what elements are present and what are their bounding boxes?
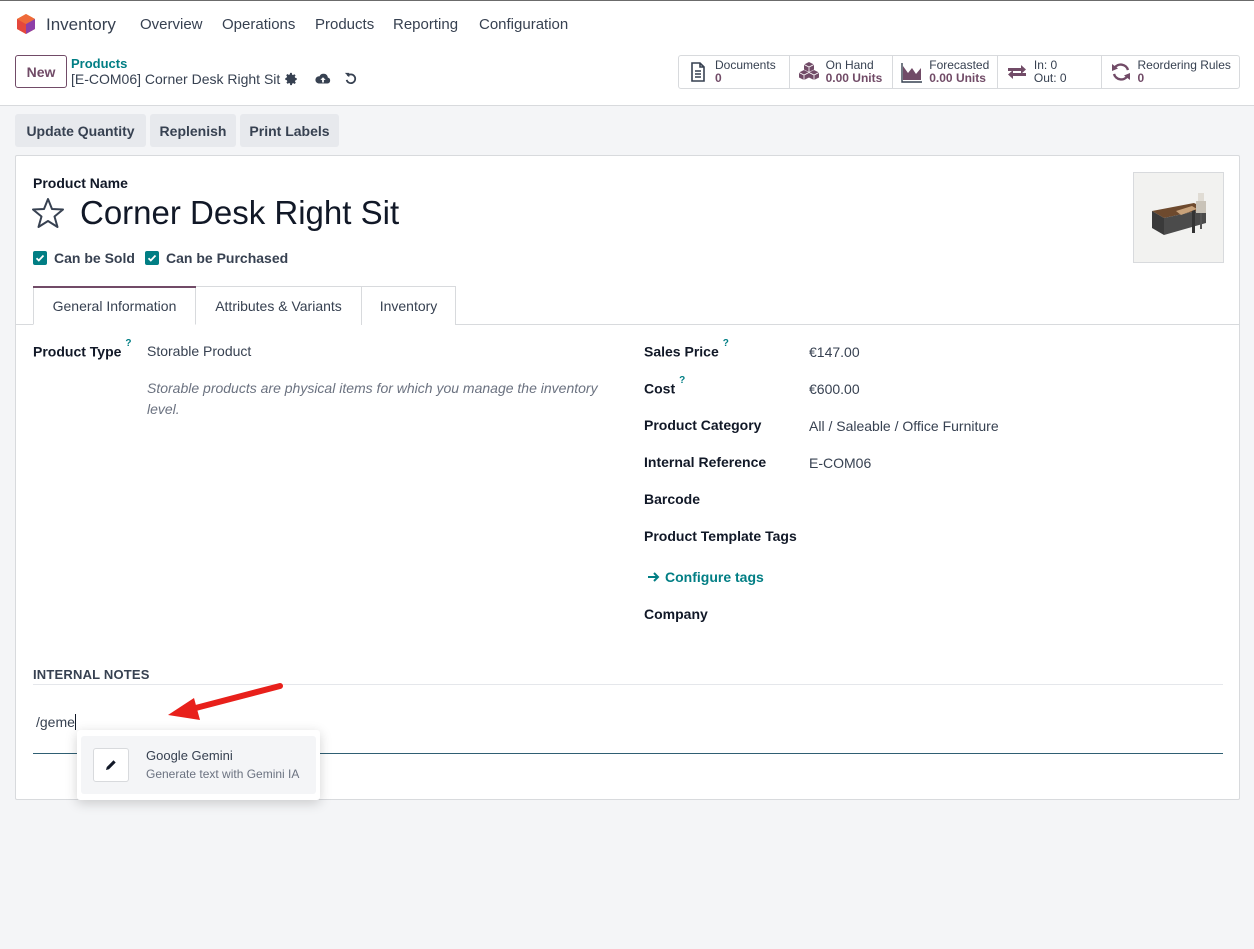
reordering-rules-smart-button[interactable]: Reordering Rules 0 — [1102, 56, 1240, 88]
internal-reference-field[interactable]: E-COM06 — [809, 455, 871, 471]
pencil-icon — [93, 748, 129, 782]
barcode-label: Barcode — [644, 491, 701, 507]
annotation-arrow-icon — [168, 683, 283, 720]
internal-notes-editor[interactable]: /geme — [36, 714, 76, 730]
product-image[interactable] — [1133, 172, 1224, 263]
in-out-smart-button[interactable]: In: 0 Out: 0 — [998, 56, 1102, 88]
product-type-hint: Storable products are physical items for… — [147, 380, 598, 417]
product-type-label: Product Type? — [33, 338, 132, 360]
inventory-app-icon[interactable] — [15, 13, 37, 35]
documents-label: Documents — [715, 58, 776, 72]
breadcrumb-products[interactable]: Products — [71, 56, 127, 71]
menu-products[interactable]: Products — [315, 16, 374, 33]
cloud-upload-icon[interactable] — [315, 72, 331, 86]
sales-price-label: Sales Price? — [644, 338, 729, 360]
command-description: Generate text with Gemini IA — [146, 767, 300, 781]
menu-operations[interactable]: Operations — [222, 16, 295, 33]
exchange-icon — [1007, 65, 1026, 79]
help-tooltip-icon[interactable]: ? — [723, 338, 729, 349]
help-tooltip-icon[interactable]: ? — [679, 375, 685, 386]
documents-count: 0 — [715, 71, 722, 85]
reordering-rules-count: 0 — [1137, 71, 1145, 85]
product-category-label: Product Category — [644, 417, 762, 433]
control-panel: New Products [E-COM06] Corner Desk Right… — [0, 46, 1254, 106]
can-be-sold-label[interactable]: Can be Sold — [54, 250, 135, 266]
documents-smart-button[interactable]: Documents 0 — [679, 56, 790, 88]
star-favorite-icon[interactable] — [31, 196, 65, 230]
top-navbar: Inventory Overview Operations Products R… — [0, 0, 1254, 46]
breadcrumb-current: [E-COM06] Corner Desk Right Sit — [71, 71, 281, 87]
arrow-right-icon — [648, 572, 660, 582]
print-labels-button[interactable]: Print Labels — [240, 114, 339, 147]
new-button[interactable]: New — [15, 55, 67, 88]
help-tooltip-icon[interactable]: ? — [125, 338, 131, 349]
google-gemini-command[interactable]: Google Gemini Generate text with Gemini … — [81, 736, 316, 794]
tab-inventory[interactable]: Inventory — [361, 286, 456, 325]
product-category-field[interactable]: All / Saleable / Office Furniture — [809, 418, 999, 434]
powerbox-popover: Google Gemini Generate text with Gemini … — [77, 730, 320, 800]
forecasted-value: 0.00 Units — [929, 71, 986, 85]
configure-tags-link[interactable]: Configure tags — [647, 569, 764, 585]
internal-notes-title: INTERNAL NOTES — [33, 667, 150, 682]
desk-photo-icon — [1134, 173, 1223, 262]
app-name[interactable]: Inventory — [46, 15, 116, 35]
cubes-icon — [798, 62, 819, 80]
menu-configuration[interactable]: Configuration — [479, 16, 568, 33]
outgoing-count: Out: 0 — [1033, 71, 1067, 85]
can-be-purchased-label[interactable]: Can be Purchased — [166, 250, 288, 266]
cost-label: Cost? — [644, 375, 686, 397]
replenish-button[interactable]: Replenish — [150, 114, 236, 147]
refresh-icon — [1111, 63, 1130, 81]
menu-overview[interactable]: Overview — [140, 16, 203, 33]
can-be-purchased-checkbox[interactable] — [145, 251, 159, 265]
command-title: Google Gemini — [146, 748, 233, 763]
reordering-rules-label: Reordering Rules — [1137, 58, 1231, 72]
tab-general-information[interactable]: General Information — [33, 286, 196, 325]
internal-reference-label: Internal Reference — [644, 454, 767, 470]
update-quantity-button[interactable]: Update Quantity — [15, 114, 146, 147]
smart-buttons: Documents 0 On Hand 0.00 Units Forecaste… — [678, 55, 1240, 89]
product-name-label: Product Name — [33, 175, 128, 191]
tab-attributes-variants[interactable]: Attributes & Variants — [195, 286, 362, 325]
can-be-sold-checkbox[interactable] — [33, 251, 47, 265]
document-icon — [691, 62, 705, 82]
on-hand-smart-button[interactable]: On Hand 0.00 Units — [790, 56, 894, 88]
company-label: Company — [644, 606, 708, 622]
cost-field[interactable]: €600.00 — [809, 381, 860, 397]
product-name-field[interactable]: Corner Desk Right Sit — [80, 194, 399, 232]
discard-undo-icon[interactable] — [344, 72, 358, 86]
menu-reporting[interactable]: Reporting — [393, 16, 458, 33]
on-hand-value: 0.00 Units — [825, 71, 883, 85]
gear-icon[interactable] — [284, 72, 298, 86]
notes-input-text: /geme — [36, 714, 75, 730]
sales-price-field[interactable]: €147.00 — [809, 344, 860, 360]
product-type-field[interactable]: Storable Product — [147, 343, 251, 359]
area-chart-icon — [901, 63, 923, 83]
forecasted-smart-button[interactable]: Forecasted 0.00 Units — [893, 56, 998, 88]
product-template-tags-label: Product Template Tags — [644, 528, 797, 544]
text-caret — [74, 714, 76, 730]
